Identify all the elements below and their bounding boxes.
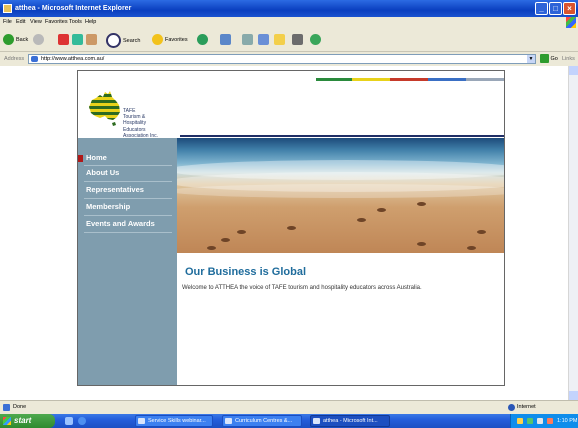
menu-help[interactable]: Help [85,17,96,28]
active-nav-marker [78,155,83,162]
strip-grey [466,78,504,81]
window-icon [225,418,232,424]
folder-icon [274,34,285,46]
refresh-button[interactable] [72,33,85,47]
australia-map-logo[interactable] [86,85,122,129]
welcome-text: Welcome to ATTHEA the voice of TAFE tour… [182,285,422,291]
history-button[interactable] [197,33,210,47]
address-label: Address [4,56,25,62]
menu-edit[interactable]: Edit [16,17,25,28]
mail-button[interactable] [220,33,233,47]
nav-item-home[interactable]: Home [86,151,176,165]
nav-item-events-and-awards[interactable]: Events and Awards [86,217,176,231]
taskbar-button-curriculum-centres[interactable]: Curriculum Centres &... [222,415,302,427]
research-icon [292,34,303,46]
menu-bar: File Edit View Favorites Tools Help [0,17,578,28]
search-icon [106,33,121,48]
close-button[interactable]: × [563,2,576,15]
page-favicon-icon [31,56,38,62]
tray-icon[interactable] [517,418,523,424]
research-button[interactable] [292,33,305,47]
nav-divider [84,232,172,233]
edit-button[interactable] [258,33,271,47]
internet-globe-icon [508,404,515,411]
nav-divider [84,198,172,199]
address-input[interactable]: http://www.atthea.com.au/ ▼ [28,54,536,64]
system-tray: 1:10 PM [510,414,578,428]
nav-divider [84,181,172,182]
windows-taskbar: start Service Skills webinar... Curricul… [0,414,578,428]
stop-button[interactable] [58,33,71,47]
home-icon [86,34,97,46]
back-arrow-icon [3,34,14,46]
search-button[interactable]: Search [106,33,140,48]
menu-view[interactable]: View [30,17,42,28]
mail-icon [220,34,231,46]
messenger-button[interactable] [310,33,323,47]
tray-icon[interactable] [527,418,533,424]
window-title: atthea - Microsoft Internet Explorer [15,5,132,12]
go-arrow-icon [540,54,549,64]
refresh-icon [72,34,83,46]
tray-icon[interactable] [547,418,553,424]
ie-window-icon [313,418,320,424]
go-button[interactable]: Go [540,54,558,64]
toolbar: Back Search Favorites [0,28,578,52]
stop-icon [58,34,69,46]
maximize-button[interactable]: □ [549,2,562,15]
scroll-down-arrow-icon[interactable] [569,391,578,400]
nav-divider [84,215,172,216]
links-button[interactable]: Links [562,52,575,66]
forward-arrow-icon [33,34,44,46]
back-button[interactable]: Back [3,33,28,47]
zone-text: Internet [517,404,536,410]
messenger-icon [310,34,321,46]
beach-hero-image [177,138,504,253]
edit-icon [258,34,269,46]
chevron-down-icon[interactable]: ▼ [527,55,535,63]
window-icon [138,418,145,424]
print-icon [242,34,253,46]
page-headline: Our Business is Global [185,266,307,278]
page-done-icon [3,404,10,411]
strip-red [390,78,428,81]
header-divider [180,135,504,137]
print-button[interactable] [242,33,255,47]
windows-logo-icon [566,17,576,28]
scroll-up-arrow-icon[interactable] [569,66,578,75]
nav-item-representatives[interactable]: Representatives [86,183,176,197]
home-button[interactable] [86,33,99,47]
logo-text: TAFE Tourism & Hospitality Educators Ass… [123,108,159,139]
status-text: Done [13,404,27,410]
nav-item-about-us[interactable]: About Us [86,166,176,180]
clock[interactable]: 1:10 PM [557,414,577,428]
start-button[interactable]: start [0,414,55,428]
ie-app-icon [3,4,12,13]
favorites-button[interactable]: Favorites [152,33,188,47]
favorites-star-icon [152,34,163,46]
menu-favorites[interactable]: Favorites [45,17,68,28]
windows-flag-icon [3,417,11,425]
menu-tools[interactable]: Tools [69,17,82,28]
address-bar: Address http://www.atthea.com.au/ ▼ Go L… [0,52,578,66]
status-bar: Done Internet [0,400,578,414]
strip-green [316,78,352,81]
history-icon [197,34,208,46]
taskbar-button-atthea[interactable]: atthea - Microsoft Int... [310,415,390,427]
forward-button[interactable] [33,33,46,47]
taskbar-button-service-skills[interactable]: Service Skills webinar... [135,415,213,427]
window-titlebar[interactable]: atthea - Microsoft Internet Explorer _ □… [0,0,578,17]
strip-blue [428,78,466,81]
ie-quicklaunch-icon[interactable] [78,417,86,425]
address-url: http://www.atthea.com.au/ [41,56,105,62]
menu-file[interactable]: File [3,17,12,28]
volume-icon[interactable] [537,418,543,424]
nav-item-membership[interactable]: Membership [86,200,176,214]
folder-button[interactable] [274,33,287,47]
minimize-button[interactable]: _ [535,2,548,15]
vertical-scrollbar[interactable] [568,66,578,400]
show-desktop-icon[interactable] [65,417,73,425]
color-strip [316,78,504,81]
strip-gold [352,78,390,81]
